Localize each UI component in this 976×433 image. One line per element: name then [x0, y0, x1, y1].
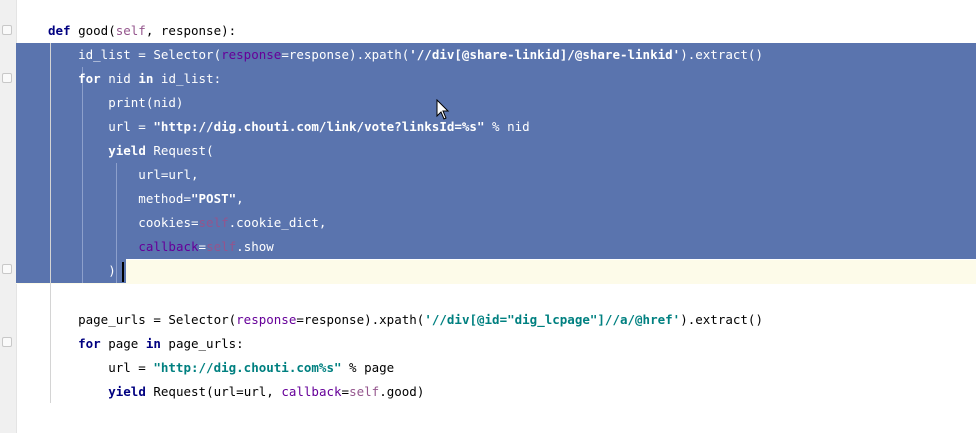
code-line[interactable]: for nid in id_list: [16, 67, 221, 91]
code-line[interactable]: print(nid) [16, 91, 183, 115]
current-line-highlight [16, 260, 976, 284]
code-line[interactable]: callback=self.show [16, 235, 274, 259]
code-line[interactable]: id_list = Selector(response=response).xp… [16, 43, 763, 67]
code-line-text: yield Request(url=url, callback=self.goo… [108, 384, 425, 399]
code-line[interactable]: url = "http://dig.chouti.com/link/vote?l… [16, 115, 530, 139]
code-line[interactable]: def good(self, response): [16, 19, 236, 43]
code-line-text: cookies=self.cookie_dict, [48, 215, 327, 230]
code-line-text: callback=self.show [138, 239, 274, 254]
text-caret [122, 262, 124, 282]
code-line[interactable]: cookies=self.cookie_dict, [16, 211, 326, 235]
fold-marker-icon[interactable] [2, 264, 12, 274]
code-line-text: url = "http://dig.chouti.com/link/vote?l… [48, 119, 530, 134]
code-line[interactable]: yield Request(url=url, callback=self.goo… [16, 380, 424, 404]
code-line-text: for nid in id_list: [78, 71, 222, 86]
mouse-cursor-icon [436, 99, 450, 120]
code-line-text: ) [48, 263, 116, 278]
code-line-text: yield Request( [108, 143, 214, 158]
code-editor[interactable]: def good(self, response): id_list = Sele… [0, 0, 976, 433]
code-line-text: url = "http://dig.chouti.com%s" % page [48, 360, 395, 375]
fold-marker-icon[interactable] [2, 25, 12, 35]
fold-marker-icon[interactable] [2, 337, 12, 347]
fold-marker-icon[interactable] [2, 73, 12, 83]
code-line[interactable]: ) [16, 259, 116, 283]
code-line-text: for page in page_urls: [78, 336, 244, 351]
code-line[interactable]: yield Request( [16, 139, 214, 163]
code-line[interactable]: method="POST", [16, 187, 244, 211]
code-line-text: url=url, [48, 167, 199, 182]
code-line-text: def good(self, response): [48, 23, 237, 38]
code-line-text: page_urls = Selector(response=response).… [48, 312, 763, 327]
code-line[interactable] [16, 283, 48, 307]
code-line-text: print(nid) [48, 95, 184, 110]
editor-gutter [0, 0, 17, 433]
code-line[interactable]: url=url, [16, 163, 199, 187]
code-line[interactable]: page_urls = Selector(response=response).… [16, 308, 763, 332]
code-line-text: method="POST", [48, 191, 244, 206]
code-line[interactable]: for page in page_urls: [16, 332, 244, 356]
code-line-text: id_list = Selector(response=response).xp… [48, 47, 763, 62]
code-line[interactable]: url = "http://dig.chouti.com%s" % page [16, 356, 394, 380]
